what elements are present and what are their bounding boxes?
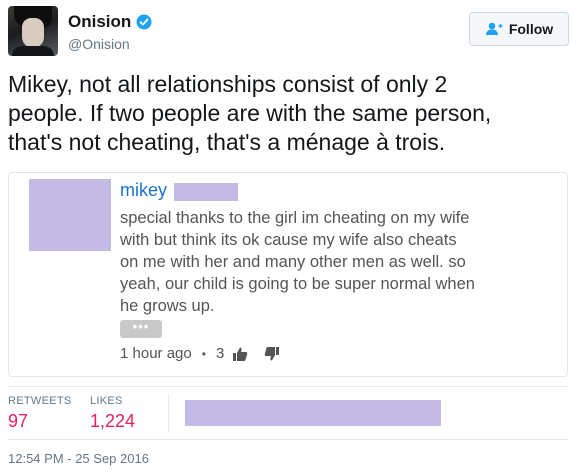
follow-button-label: Follow <box>508 21 554 37</box>
thumbs-up-icon[interactable] <box>232 346 248 362</box>
thumbs-down-icon[interactable] <box>264 346 280 362</box>
retweets-count: 97 <box>8 411 29 431</box>
stats-bottom-divider <box>8 439 568 440</box>
verified-badge-icon <box>136 14 152 30</box>
meta-separator: • <box>201 346 206 361</box>
follow-button[interactable]: Follow <box>469 12 569 46</box>
tweet-text-line: people. If two people are with the same … <box>8 100 492 126</box>
comment-time: 1 hour ago <box>120 345 192 362</box>
likes-stat[interactable]: LIKES 1,224 <box>90 395 135 432</box>
comment-body: special thanks to the girl im cheating o… <box>120 207 550 317</box>
comment-line: with but think its ok cause my wife also… <box>120 231 457 249</box>
tweet-timestamp[interactable]: 12:54 PM - 25 Sep 2016 <box>8 451 149 466</box>
stats-separator <box>168 394 169 432</box>
comment-line: he grows up. <box>120 297 215 315</box>
author-name-row: Onision <box>68 12 152 32</box>
tweet-text-line: that's not cheating, that's a ménage à t… <box>8 129 446 155</box>
retweets-stat[interactable]: RETWEETS 97 <box>8 395 72 432</box>
tweet-text-line: Mikey, not all relationships consist of … <box>8 71 448 97</box>
tweet-text: Mikey, not all relationships consist of … <box>8 70 573 157</box>
comment-meta: 1 hour ago • 3 <box>120 345 296 362</box>
retweets-label: RETWEETS <box>8 395 72 407</box>
comment-line: on me with her and many other men as wel… <box>120 253 466 271</box>
likes-count: 1,224 <box>90 411 136 431</box>
author-avatar[interactable] <box>8 6 58 56</box>
comment-line: yeah, our child is going to be super nor… <box>120 275 475 293</box>
stats-top-divider <box>8 386 568 387</box>
add-user-icon <box>485 22 503 35</box>
author-handle[interactable]: @Onision <box>68 36 130 52</box>
show-more-button[interactable]: ••• <box>120 320 162 338</box>
quoted-comment-card: mikey special thanks to the girl im chea… <box>8 172 568 377</box>
likes-label: LIKES <box>90 395 123 407</box>
author-display-name[interactable]: Onision <box>68 12 131 32</box>
tweet-header: Onision @Onision Follow <box>8 6 569 60</box>
comment-author[interactable]: mikey <box>120 180 167 201</box>
redacted-avatar <box>29 179 111 251</box>
redacted-likers <box>185 400 441 426</box>
comment-line: special thanks to the girl im cheating o… <box>120 209 470 227</box>
redacted-name <box>174 183 238 201</box>
comment-like-count: 3 <box>215 345 225 362</box>
